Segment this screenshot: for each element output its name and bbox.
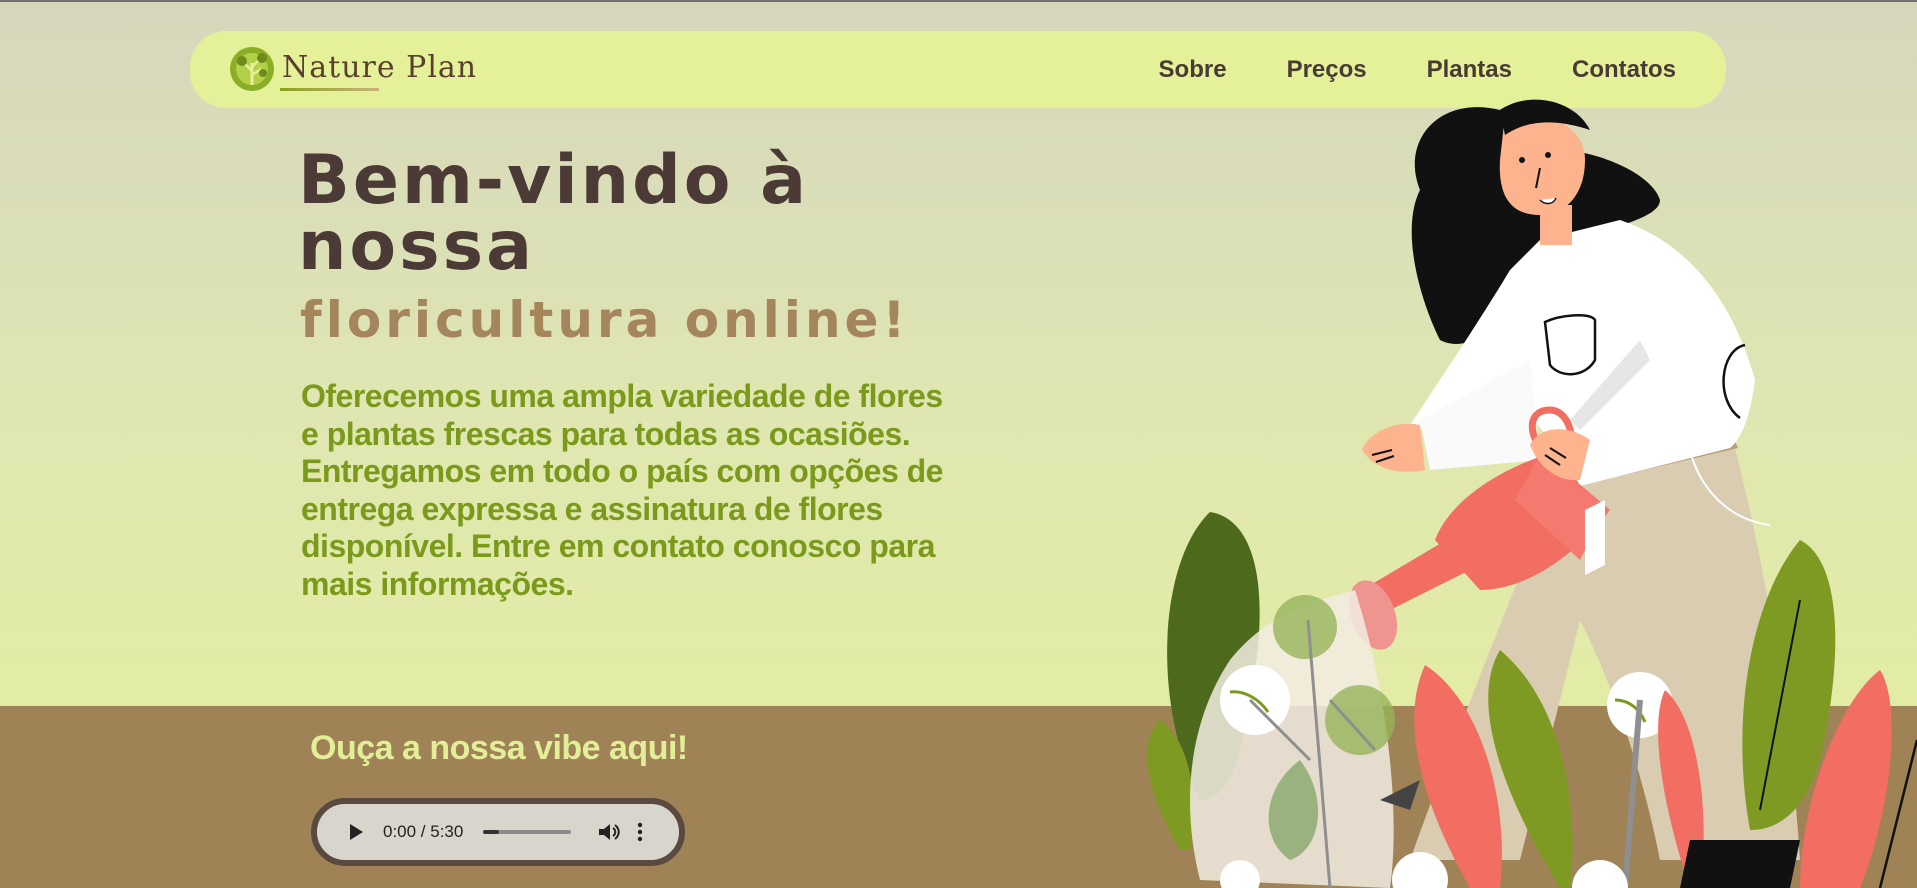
hero-subtitle: floricultura online! — [300, 291, 910, 349]
volume-icon[interactable] — [597, 821, 623, 843]
audio-progress-bar[interactable] — [483, 830, 572, 834]
audio-progress-fill — [483, 830, 500, 834]
brand-name: Nature Plan — [282, 49, 478, 85]
hero-description: Oferecemos uma ampla variedade de flores… — [301, 378, 943, 602]
brand-underline — [280, 88, 379, 91]
more-vertical-icon[interactable] — [637, 821, 643, 843]
audio-time: 0:00 / 5:30 — [383, 822, 464, 841]
hero-title: Bem-vindo à nossa — [298, 141, 810, 286]
gardener-illustration — [1146, 99, 1917, 888]
audio-player[interactable]: 0:00 / 5:30 — [311, 798, 685, 866]
audio-section-title: Ouça a nossa vibe aqui! — [310, 729, 688, 767]
brand-logo[interactable]: Nature Plan — [228, 45, 477, 93]
top-border — [0, 0, 1917, 2]
leaf-tree-logo-icon — [230, 47, 274, 91]
play-icon[interactable] — [350, 824, 363, 840]
